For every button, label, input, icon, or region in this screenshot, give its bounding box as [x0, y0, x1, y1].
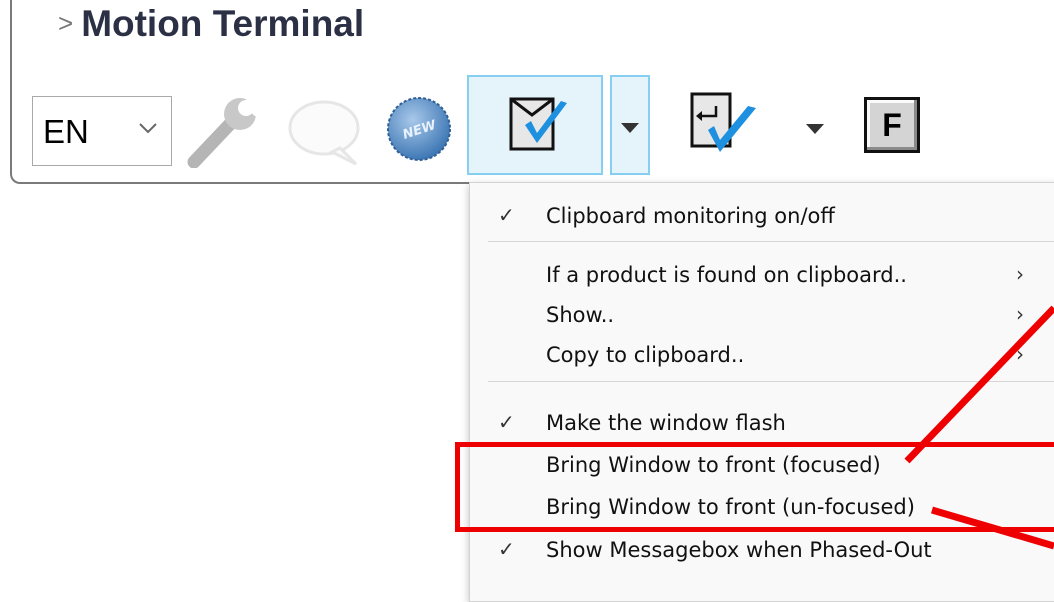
annotation-line	[931, 506, 1054, 550]
annotation-arrows	[904, 305, 1054, 550]
annotation-line	[904, 305, 1054, 464]
